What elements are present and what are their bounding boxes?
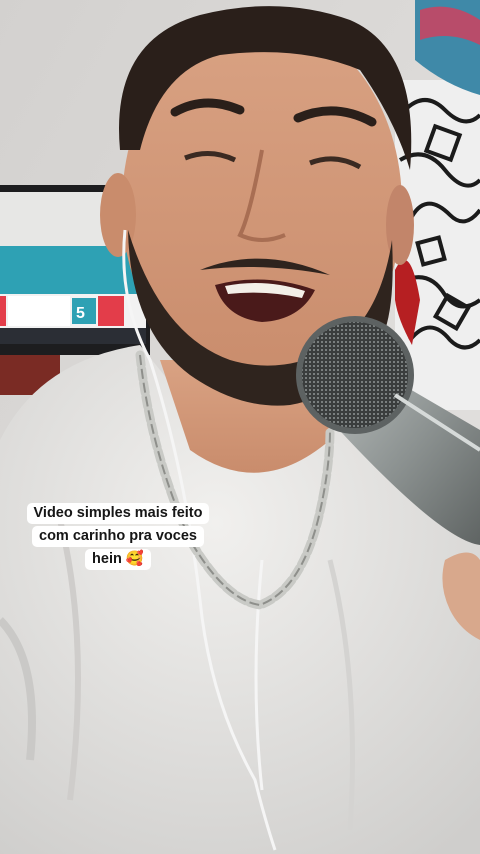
video-caption: Video simples mais feito com carinho pra…	[26, 503, 210, 570]
caption-line-3: hein 🥰	[85, 549, 151, 570]
svg-text:5: 5	[76, 305, 85, 322]
video-frame: 5	[0, 0, 480, 854]
caption-line-1: Video simples mais feito	[26, 503, 210, 524]
caption-line-2: com carinho pra voces	[32, 526, 204, 547]
